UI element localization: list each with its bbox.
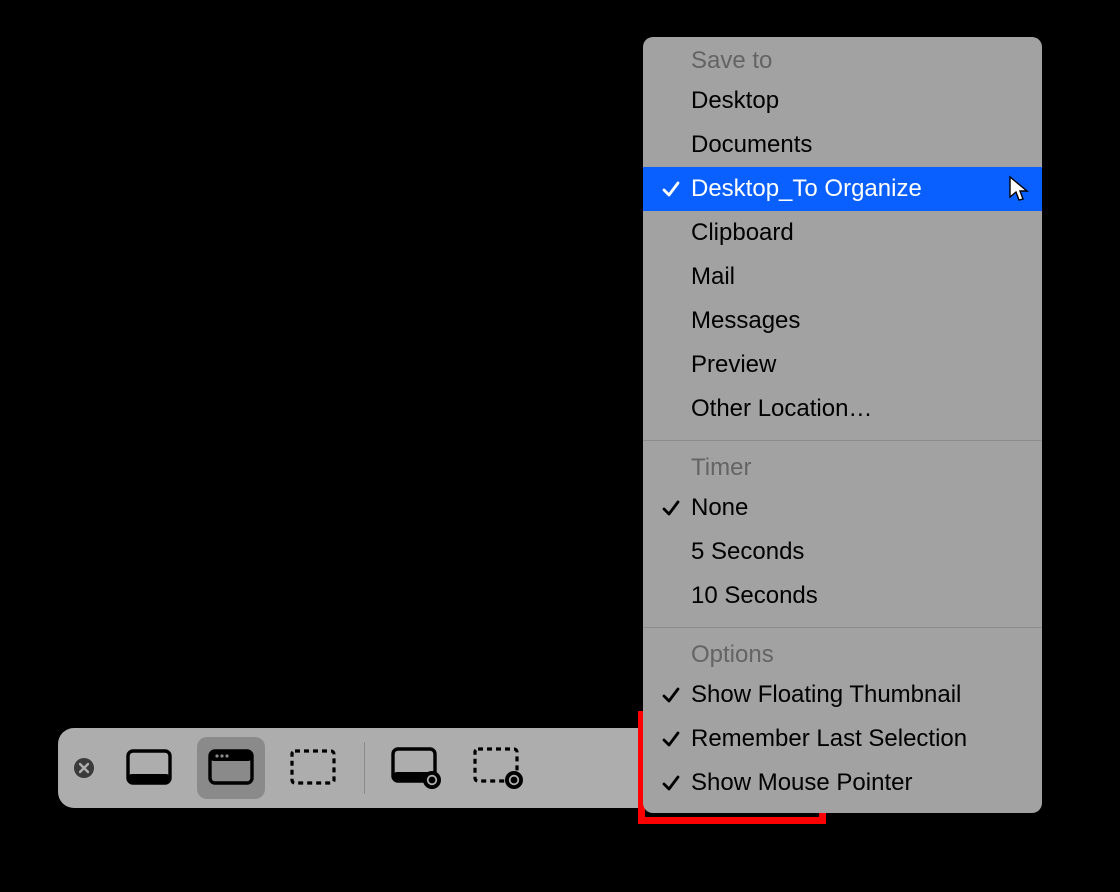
screen-icon xyxy=(125,748,173,788)
menu-item-clipboard[interactable]: Clipboard xyxy=(643,211,1042,255)
menu-item-label: Clipboard xyxy=(691,215,794,251)
menu-separator xyxy=(643,627,1042,628)
menu-item-desktop[interactable]: Desktop xyxy=(643,79,1042,123)
menu-item-remember-last-selection[interactable]: Remember Last Selection xyxy=(643,717,1042,761)
menu-item-label: Mail xyxy=(691,259,735,295)
menu-section-header-save-to: Save to xyxy=(643,43,1042,79)
menu-section-header-options: Options xyxy=(643,637,1042,673)
check-icon xyxy=(661,729,681,749)
menu-item-label: Messages xyxy=(691,303,800,339)
menu-item-label: Preview xyxy=(691,347,776,383)
selection-icon xyxy=(289,748,337,788)
menu-section-header-timer: Timer xyxy=(643,450,1042,486)
window-icon xyxy=(207,748,255,788)
menu-separator xyxy=(643,440,1042,441)
menu-item-label: 10 Seconds xyxy=(691,578,818,614)
record-selection-icon xyxy=(472,746,524,790)
check-icon xyxy=(661,773,681,793)
menu-item-timer-5s[interactable]: 5 Seconds xyxy=(643,530,1042,574)
check-icon xyxy=(661,685,681,705)
menu-item-label: Other Location… xyxy=(691,391,872,427)
close-icon xyxy=(73,757,95,779)
menu-item-timer-none[interactable]: None xyxy=(643,486,1042,530)
menu-item-other-location[interactable]: Other Location… xyxy=(643,387,1042,431)
record-screen-icon xyxy=(390,746,442,790)
menu-item-label: Remember Last Selection xyxy=(691,721,967,757)
toolbar-divider xyxy=(364,742,365,794)
menu-item-label: Desktop xyxy=(691,83,779,119)
menu-item-label: Show Mouse Pointer xyxy=(691,765,912,801)
capture-selected-window-button[interactable] xyxy=(197,737,265,799)
menu-item-desktop-to-organize[interactable]: Desktop_To Organize xyxy=(643,167,1042,211)
menu-item-mail[interactable]: Mail xyxy=(643,255,1042,299)
menu-item-timer-10s[interactable]: 10 Seconds xyxy=(643,574,1042,618)
check-icon xyxy=(661,498,681,518)
menu-item-messages[interactable]: Messages xyxy=(643,299,1042,343)
menu-item-preview[interactable]: Preview xyxy=(643,343,1042,387)
cursor-icon xyxy=(1008,175,1030,203)
menu-item-label: 5 Seconds xyxy=(691,534,804,570)
record-entire-screen-button[interactable] xyxy=(382,737,450,799)
capture-entire-screen-button[interactable] xyxy=(115,737,183,799)
menu-item-label: None xyxy=(691,490,748,526)
options-menu: Save to Desktop Documents Desktop_To Org… xyxy=(643,37,1042,813)
menu-item-show-mouse-pointer[interactable]: Show Mouse Pointer xyxy=(643,761,1042,805)
capture-selected-portion-button[interactable] xyxy=(279,737,347,799)
menu-item-show-floating-thumbnail[interactable]: Show Floating Thumbnail xyxy=(643,673,1042,717)
menu-item-label: Show Floating Thumbnail xyxy=(691,677,961,713)
menu-item-documents[interactable]: Documents xyxy=(643,123,1042,167)
menu-item-label: Desktop_To Organize xyxy=(691,171,922,207)
record-selected-portion-button[interactable] xyxy=(464,737,532,799)
check-icon xyxy=(661,179,681,199)
close-button[interactable] xyxy=(72,756,96,780)
menu-item-label: Documents xyxy=(691,127,812,163)
